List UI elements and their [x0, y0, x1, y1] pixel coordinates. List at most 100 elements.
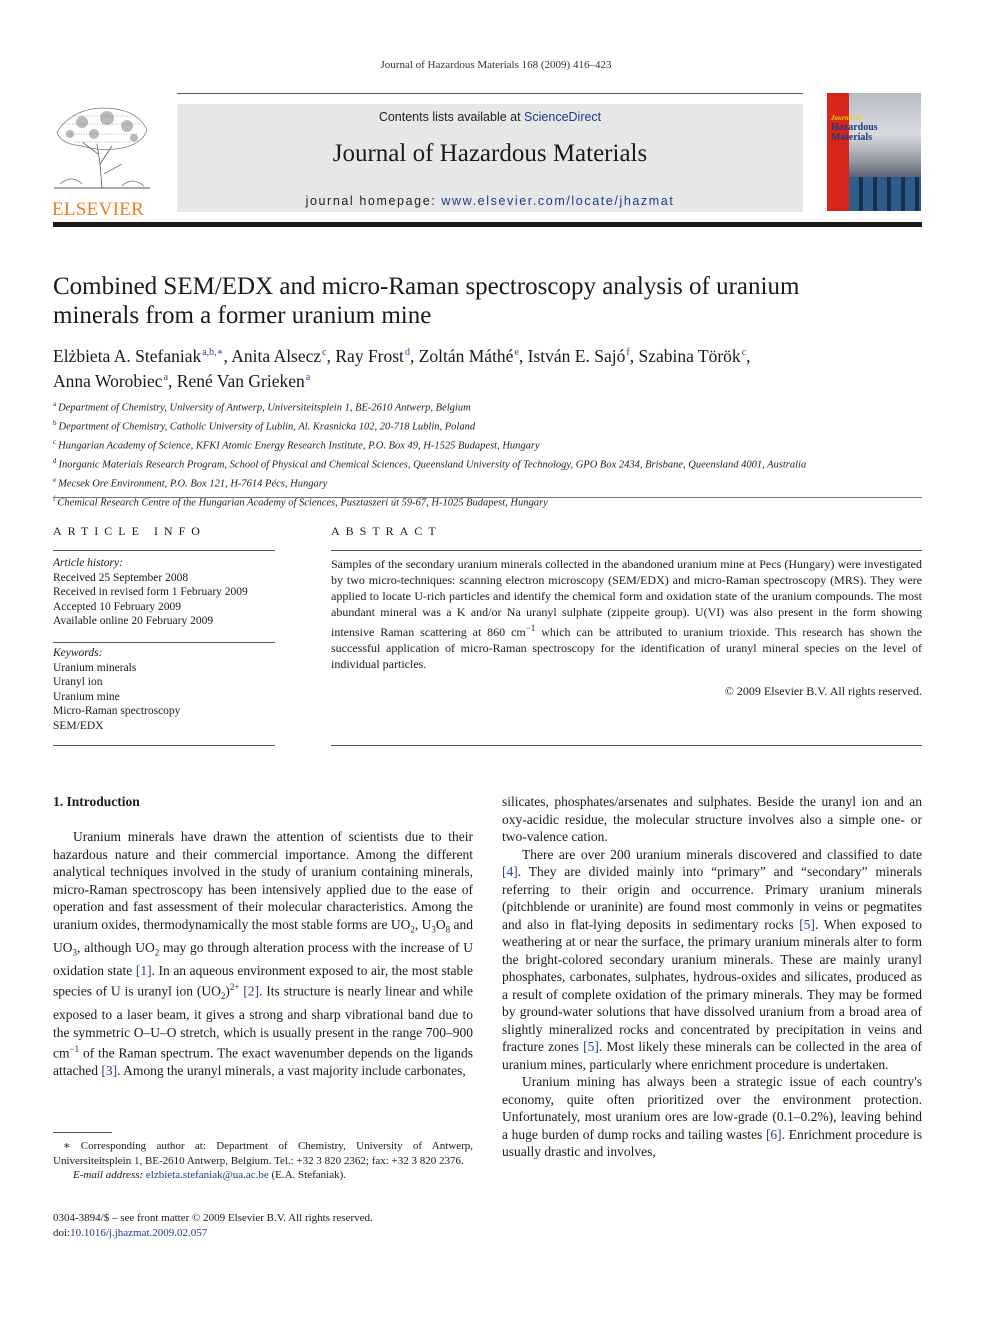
running-head: Journal of Hazardous Materials 168 (2009…	[380, 59, 612, 71]
divider	[331, 550, 922, 551]
footnote-rule	[53, 1132, 112, 1133]
paragraph: There are over 200 uranium minerals disc…	[502, 846, 922, 1074]
keyword-item: Uranyl ion	[53, 676, 103, 688]
affiliation-key: b	[53, 419, 57, 427]
divider	[53, 550, 275, 551]
author-affiliation-marker[interactable]: a,b,∗	[202, 347, 223, 358]
email-label: E-mail address:	[73, 1169, 146, 1181]
cover-industrial-photo	[849, 177, 921, 211]
affiliation-item: d Inorganic Materials Research Program, S…	[53, 454, 933, 473]
author-name[interactable]: Elżbieta A. Stefaniak	[53, 346, 201, 366]
footnote-text: Corresponding author at: Department of C…	[53, 1140, 473, 1167]
affiliation-key: d	[53, 457, 57, 465]
text: , U	[414, 916, 432, 932]
elsevier-tree-icon	[52, 104, 152, 192]
text: Uranium minerals have drawn the attentio…	[53, 829, 473, 932]
history-item: Accepted 10 February 2009	[53, 600, 182, 613]
affiliation-text: Department of Chemistry, University of A…	[58, 402, 471, 414]
masthead: Contents lists available at ScienceDirec…	[177, 104, 803, 212]
affiliation-item: f Chemical Research Centre of the Hungari…	[53, 492, 933, 511]
section-heading-introduction: 1. Introduction	[53, 794, 140, 809]
paragraph: Uranium mining has always been a strateg…	[502, 1073, 922, 1161]
divider	[53, 642, 275, 643]
body-column-right: silicates, phosphates/arsenates and sulp…	[502, 793, 922, 1161]
homepage-prefix: journal homepage:	[305, 194, 442, 208]
author-name[interactable]: Szabina Török	[638, 346, 740, 366]
keyword-item: Uranium mine	[53, 690, 120, 703]
doi-link[interactable]: 10.1016/j.jhazmat.2009.02.057	[70, 1227, 207, 1239]
email-suffix: (E.A. Stefaniak).	[268, 1169, 347, 1181]
affiliation-item: e Mecsek Ore Environment, P.O. Box 121, H…	[53, 473, 933, 492]
abstract-text: Samples of the secondary uranium mineral…	[331, 556, 922, 672]
affiliation-item: c Hungarian Academy of Science, KFKI Atom…	[53, 435, 933, 454]
article-title-line1: Combined SEM/EDX and micro-Raman spectro…	[53, 273, 800, 300]
cover-red-band	[827, 93, 849, 211]
keyword-item: SEM/EDX	[53, 719, 104, 732]
author-name[interactable]: Anna Worobiec	[53, 371, 163, 391]
elsevier-logo[interactable]: ELSEVIER	[52, 104, 154, 219]
text: . When exposed to weathering at or near …	[502, 916, 923, 1055]
author-separator: ,	[518, 346, 528, 366]
divider	[53, 497, 922, 498]
text: There are over 200 uranium minerals disc…	[522, 846, 922, 862]
unit-exponent: −1	[525, 623, 536, 633]
affiliation-key: c	[53, 438, 57, 446]
homepage-line: journal homepage: www.elsevier.com/locat…	[177, 194, 803, 208]
affiliation-key: a	[53, 400, 57, 408]
divider	[331, 745, 922, 746]
sciencedirect-link[interactable]: ScienceDirect	[524, 110, 601, 124]
citation-link[interactable]: [3]	[101, 1063, 117, 1078]
elsevier-wordmark: ELSEVIER	[52, 199, 145, 220]
citation-link[interactable]: [5]	[583, 1039, 599, 1054]
abstract-heading: ABSTRACT	[331, 524, 442, 538]
author-name[interactable]: István E. Sajó	[528, 346, 626, 366]
affiliation-item: a Department of Chemistry, University of …	[53, 397, 933, 416]
article-title-line2: minerals from a former uranium mine	[53, 302, 432, 329]
paragraph: Uranium minerals have drawn the attentio…	[53, 828, 473, 1080]
author-name[interactable]: Anita Alsecz	[231, 346, 321, 366]
paragraph: silicates, phosphates/arsenates and sulp…	[502, 794, 922, 844]
author-separator: ,	[746, 346, 751, 366]
author-name[interactable]: René Van Grieken	[177, 371, 305, 391]
affiliation-item: b Department of Chemistry, Catholic Unive…	[53, 416, 933, 435]
affiliation-text: Inorganic Materials Research Program, Sc…	[58, 459, 807, 471]
text: . Among the uranyl minerals, a vast majo…	[117, 1063, 466, 1079]
text: , although UO	[77, 939, 155, 955]
abstract-copyright: © 2009 Elsevier B.V. All rights reserved…	[724, 684, 922, 698]
article-title: Combined SEM/EDX and micro-Raman spectro…	[53, 272, 913, 330]
author-list: Elżbieta A. Stefaniaka,b,∗, Anita Alsecz…	[53, 342, 923, 392]
cover-title: Journal of Hazardous Materials	[831, 113, 878, 143]
citation-link[interactable]: [1]	[136, 963, 152, 978]
journal-cover-image[interactable]: Journal of Hazardous Materials	[827, 93, 921, 211]
affiliation-text: Chemical Research Centre of the Hungaria…	[57, 497, 548, 509]
article-info-heading: ARTICLE INFO	[53, 524, 206, 538]
divider	[53, 745, 275, 746]
history-item: Available online 20 February 2009	[53, 615, 214, 627]
cover-title-line2: Materials	[831, 132, 873, 143]
citation-link[interactable]: [4]	[502, 864, 518, 879]
citation-link[interactable]: [2]	[243, 984, 259, 999]
history-item: Received in revised form 1 February 2009	[53, 586, 248, 598]
article-history: Article history: Received 25 September 2…	[53, 556, 275, 629]
cover-title-small: Journal of	[831, 114, 862, 122]
history-label: Article history:	[53, 557, 123, 569]
citation-link[interactable]: [5]	[799, 917, 815, 932]
author-name[interactable]: Zoltán Máthé	[419, 346, 514, 366]
author-name[interactable]: Ray Frost	[335, 346, 404, 366]
superscript: −1	[69, 1044, 80, 1055]
homepage-link[interactable]: www.elsevier.com/locate/jhazmat	[441, 194, 674, 208]
author-separator: ,	[168, 371, 177, 391]
email-link[interactable]: elzbieta.stefaniak@ua.ac.be	[146, 1169, 269, 1181]
citation-link[interactable]: [6]	[766, 1127, 782, 1142]
affiliation-text: Hungarian Academy of Science, KFKI Atomi…	[58, 440, 540, 452]
corresponding-author-footnote: ∗ Corresponding author at: Department of…	[53, 1139, 473, 1183]
author-separator: ,	[409, 346, 419, 366]
superscript: 2+	[229, 982, 240, 993]
masthead-top-rule	[177, 93, 803, 94]
keyword-item: Micro-Raman spectroscopy	[53, 705, 181, 717]
masthead-bottom-rule	[53, 222, 922, 227]
contents-prefix: Contents lists available at	[378, 110, 525, 124]
text: O	[435, 916, 446, 932]
keywords-label: Keywords:	[53, 647, 103, 659]
author-affiliation-marker[interactable]: a	[306, 372, 310, 383]
